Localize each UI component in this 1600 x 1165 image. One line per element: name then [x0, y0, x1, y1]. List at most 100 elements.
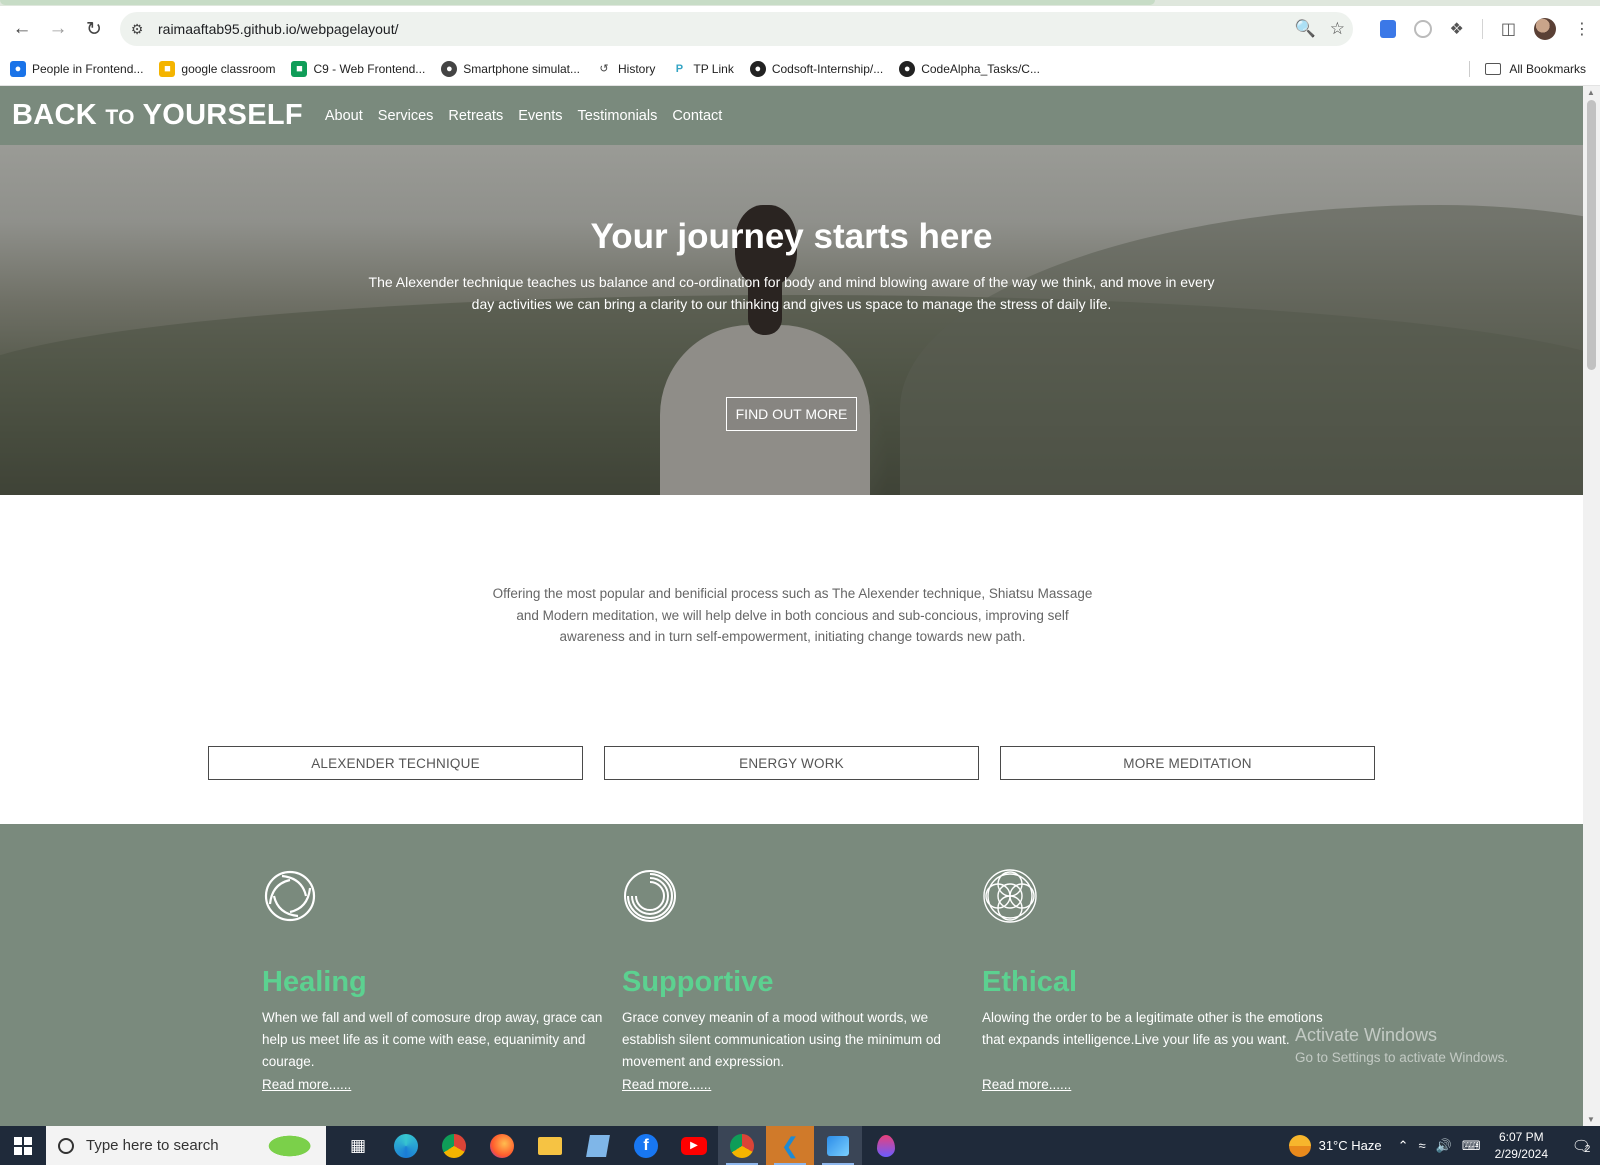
feature-text: Grace convey meanin of a mood without wo…: [622, 1010, 941, 1069]
side-panel-icon[interactable]: ◫: [1501, 19, 1516, 39]
watermark-subtitle: Go to Settings to activate Windows.: [1295, 1050, 1509, 1065]
facebook-icon[interactable]: f: [622, 1126, 670, 1165]
notepad-icon[interactable]: [574, 1126, 622, 1165]
more-meditation-button[interactable]: MORE MEDITATION: [1000, 746, 1375, 780]
clock[interactable]: 6:07 PM 2/29/2024: [1495, 1129, 1548, 1163]
watermark-title: Activate Windows: [1295, 1025, 1438, 1045]
hero-section: Your journey starts here The Alexender t…: [0, 145, 1583, 495]
bookmark-item[interactable]: ● People in Frontend...: [10, 60, 143, 77]
page-viewport: BACK TO YOURSELF About Services Retreats…: [0, 86, 1583, 1126]
spiral-icon: [264, 870, 316, 922]
bookmark-label: CodeAlpha_Tasks/C...: [921, 61, 1040, 76]
chrome-profile-icon[interactable]: [718, 1126, 766, 1165]
address-bar[interactable]: ⚙ raimaaftab95.github.io/webpagelayout/ …: [120, 12, 1353, 46]
intro-text: Offering the most popular and benificial…: [492, 586, 1093, 644]
scroll-up-icon[interactable]: ▲: [1587, 88, 1595, 97]
hero-description: The Alexender technique teaches us balan…: [368, 274, 1215, 312]
chrome-icon[interactable]: [430, 1126, 478, 1165]
classroom-icon: ■: [159, 60, 176, 77]
firefox-icon[interactable]: [478, 1126, 526, 1165]
github-icon: ●: [749, 60, 766, 77]
site-brand[interactable]: BACK TO YOURSELF: [12, 99, 303, 132]
nav-link-services[interactable]: Services: [378, 108, 434, 124]
person-icon: ●: [10, 60, 26, 77]
bookmark-item[interactable]: ● Codsoft-Internship/...: [749, 60, 884, 77]
bookmark-item[interactable]: ● CodeAlpha_Tasks/C...: [899, 60, 1040, 77]
edge-icon[interactable]: [382, 1126, 430, 1165]
find-out-more-button[interactable]: FIND OUT MORE: [726, 397, 857, 431]
alexender-technique-button[interactable]: ALEXENDER TECHNIQUE: [208, 746, 583, 780]
search-highlight-icon: [268, 1130, 322, 1162]
scroll-down-icon[interactable]: ▼: [1587, 1115, 1595, 1124]
windows-taskbar: Type here to search ▦ f ▶ ❮ 31°C Haze ⌃ …: [0, 1126, 1600, 1165]
energy-work-button[interactable]: ENERGY WORK: [604, 746, 979, 780]
all-bookmarks-label: All Bookmarks: [1509, 62, 1586, 76]
volume-icon[interactable]: 🔊: [1436, 1138, 1452, 1154]
bookmark-label: History: [618, 61, 656, 76]
back-button[interactable]: ←: [4, 11, 40, 47]
weather-widget[interactable]: 31°C Haze: [1288, 1134, 1382, 1157]
file-explorer-icon[interactable]: [526, 1126, 574, 1165]
nav-link-about[interactable]: About: [325, 108, 363, 124]
mandala-icon: [983, 869, 1037, 923]
clock-time: 6:07 PM: [1498, 1129, 1544, 1144]
extensions-puzzle-icon[interactable]: ❖: [1450, 19, 1464, 39]
circle-rings-icon: [624, 870, 676, 922]
read-more-link[interactable]: Read more......: [262, 1077, 351, 1092]
page-scrollbar[interactable]: ▲ ▼: [1583, 86, 1600, 1126]
bookmark-label: Codsoft-Internship/...: [771, 61, 884, 76]
start-button[interactable]: [0, 1126, 46, 1165]
github-icon: ●: [899, 60, 916, 77]
taskbar-search[interactable]: Type here to search: [46, 1126, 326, 1165]
site-info-icon[interactable]: ⚙: [120, 12, 154, 46]
url-text[interactable]: raimaaftab95.github.io/webpagelayout/: [158, 21, 399, 37]
toolbar-divider: [1481, 19, 1483, 39]
drop-icon[interactable]: [862, 1126, 910, 1165]
keyboard-icon[interactable]: ⌨: [1462, 1138, 1481, 1154]
sun-icon: [1288, 1134, 1311, 1157]
globe-icon: ●: [441, 60, 458, 77]
youtube-icon[interactable]: ▶: [670, 1126, 718, 1165]
notifications-button[interactable]: 🗨 2: [1562, 1126, 1600, 1165]
history-icon: ↺: [599, 63, 609, 75]
read-more-link[interactable]: Read more......: [982, 1077, 1071, 1092]
bookmark-item[interactable]: P TP Link: [671, 61, 734, 77]
menu-kebab-icon[interactable]: ⋮: [1574, 19, 1590, 39]
extension-circle-icon[interactable]: [1413, 20, 1432, 38]
bookmark-item[interactable]: ● Smartphone simulat...: [441, 60, 580, 77]
vscode-icon[interactable]: ❮: [766, 1126, 814, 1165]
chevron-up-icon[interactable]: ⌃: [1398, 1138, 1409, 1154]
reload-button[interactable]: ↻: [76, 11, 112, 47]
bookmark-item[interactable]: ↺ History: [596, 61, 655, 77]
bookmarks-bar: ● People in Frontend... ■ google classroom…: [0, 52, 1600, 86]
forward-button[interactable]: →: [40, 11, 76, 47]
feature-text: When we fall and well of comosure drop a…: [262, 1010, 603, 1069]
scrollbar-thumb[interactable]: [1587, 100, 1596, 370]
folder-icon: [1485, 63, 1502, 75]
clock-date: 2/29/2024: [1494, 1146, 1548, 1161]
nav-link-testimonials[interactable]: Testimonials: [578, 108, 658, 124]
brand-text-small: TO: [105, 106, 135, 129]
activate-windows-watermark: Activate Windows Go to Settings to activ…: [1295, 1025, 1508, 1065]
nav-link-retreats[interactable]: Retreats: [448, 108, 503, 124]
zoom-icon[interactable]: 🔍: [1295, 19, 1316, 39]
photos-icon[interactable]: [814, 1126, 862, 1165]
profile-avatar[interactable]: [1534, 18, 1556, 40]
network-icon[interactable]: ≈: [1419, 1138, 1426, 1154]
bookmark-label: C9 - Web Frontend...: [313, 61, 426, 76]
bookmarks-divider: [1469, 61, 1470, 77]
bookmark-star-icon[interactable]: ☆: [1330, 19, 1345, 39]
chat-icon: ■: [291, 60, 308, 77]
system-tray: 31°C Haze ⌃ ≈ 🔊 ⌨ 6:07 PM 2/29/2024 🗨 2: [1288, 1126, 1600, 1165]
read-more-link[interactable]: Read more......: [622, 1077, 711, 1092]
search-icon: [58, 1137, 74, 1154]
nav-link-events[interactable]: Events: [518, 108, 562, 124]
bookmark-label: google classroom: [181, 61, 276, 76]
bookmark-item[interactable]: ■ C9 - Web Frontend...: [291, 60, 426, 77]
bookmark-item[interactable]: ■ google classroom: [159, 60, 276, 77]
all-bookmarks-button[interactable]: All Bookmarks: [1485, 52, 1586, 86]
task-view-icon[interactable]: ▦: [334, 1126, 382, 1165]
extension-icon[interactable]: [1379, 20, 1396, 38]
nav-link-contact[interactable]: Contact: [672, 108, 722, 124]
active-tab[interactable]: [0, 0, 1155, 5]
